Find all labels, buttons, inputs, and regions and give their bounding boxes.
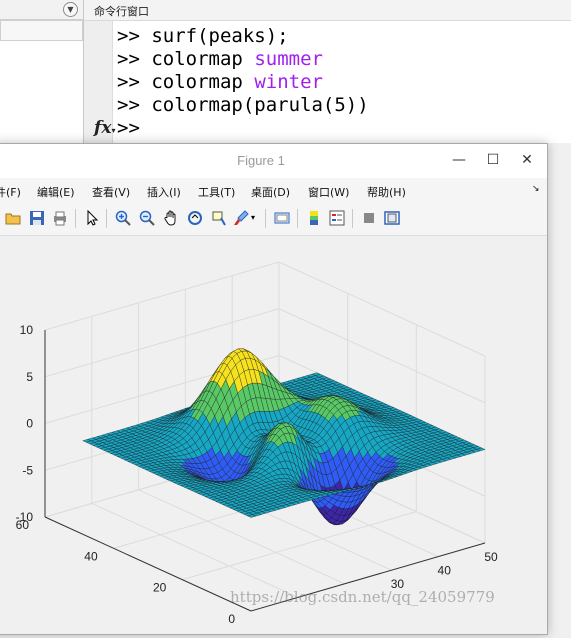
function-browser-icon[interactable]: fx▾ bbox=[94, 118, 115, 138]
y-axis-line bbox=[45, 517, 251, 611]
toolbar-separator bbox=[75, 209, 76, 228]
maximize-button[interactable]: ☐ bbox=[479, 150, 507, 170]
figure-toolbar: ▾ bbox=[0, 202, 547, 236]
close-button[interactable]: ✕ bbox=[513, 150, 541, 170]
menu-help[interactable]: 帮助(H) bbox=[367, 184, 406, 200]
watermark: https://blog.csdn.net/qq_24059779 bbox=[230, 588, 495, 606]
grid-line bbox=[279, 262, 485, 356]
z-tick-label: 5 bbox=[26, 370, 33, 384]
menu-tools[interactable]: 工具(T) bbox=[198, 184, 235, 200]
dock-arrow-icon[interactable]: ↘ bbox=[532, 184, 540, 194]
workspace-row[interactable] bbox=[0, 20, 83, 41]
command-line: >> colormap winter bbox=[117, 71, 369, 94]
show-plot-tools-icon[interactable] bbox=[384, 210, 400, 226]
z-tick-label: -5 bbox=[22, 463, 33, 477]
y-tick-label: 40 bbox=[84, 549, 98, 563]
figure-canvas[interactable]: -10-505100204060304050 bbox=[0, 236, 547, 634]
toolbar-separator bbox=[265, 209, 266, 228]
menu-file[interactable]: 件(F) bbox=[0, 184, 21, 200]
figure-titlebar[interactable]: Figure 1 — ☐ ✕ bbox=[0, 144, 547, 178]
command-window-titlebar: 命令行窗口 bbox=[84, 0, 571, 21]
command-window-title: 命令行窗口 bbox=[94, 3, 149, 19]
menu-bar: 件(F) 编辑(E) 查看(V) 插入(I) 工具(T) 桌面(D) 窗口(W)… bbox=[0, 178, 547, 202]
command-line: >> surf(peaks); bbox=[117, 25, 369, 48]
y-tick-label: 20 bbox=[153, 581, 167, 595]
x-tick-label: 40 bbox=[438, 564, 452, 578]
y-tick-label: 60 bbox=[16, 518, 30, 532]
grid-line bbox=[92, 503, 298, 597]
command-line: >> colormap(parula(5)) bbox=[117, 94, 369, 117]
menu-edit[interactable]: 编辑(E) bbox=[37, 184, 75, 200]
toolbar-separator bbox=[106, 209, 107, 228]
zoom-out-icon[interactable] bbox=[139, 210, 155, 226]
colorbar-icon[interactable] bbox=[306, 210, 322, 226]
surface-plot[interactable]: -10-505100204060304050 bbox=[0, 236, 547, 634]
command-input[interactable]: >> bbox=[117, 117, 369, 140]
grid-line bbox=[45, 262, 279, 330]
link-icon[interactable] bbox=[274, 210, 290, 226]
data-cursor-icon[interactable] bbox=[211, 210, 227, 226]
legend-icon[interactable] bbox=[329, 210, 345, 226]
zoom-in-icon[interactable] bbox=[115, 210, 131, 226]
command-history: >> surf(peaks); >> colormap summer >> co… bbox=[117, 25, 369, 140]
print-icon[interactable] bbox=[52, 210, 68, 226]
toolbar-separator bbox=[297, 209, 298, 228]
chevron-down-icon[interactable]: ▼ bbox=[63, 2, 78, 17]
brush-icon[interactable] bbox=[233, 210, 249, 226]
save-icon[interactable] bbox=[29, 210, 45, 226]
pointer-icon[interactable] bbox=[84, 210, 100, 226]
pan-icon[interactable] bbox=[163, 210, 179, 226]
workspace-header: ▼ bbox=[0, 0, 83, 20]
figure-window[interactable]: Figure 1 — ☐ ✕ 件(F) 编辑(E) 查看(V) 插入(I) 工具… bbox=[0, 143, 548, 635]
hide-plot-tools-icon[interactable] bbox=[361, 210, 377, 226]
open-icon[interactable] bbox=[5, 210, 21, 226]
menu-desktop[interactable]: 桌面(D) bbox=[251, 184, 290, 200]
menu-view[interactable]: 查看(V) bbox=[92, 184, 130, 200]
toolbar-separator bbox=[352, 209, 353, 228]
menu-insert[interactable]: 插入(I) bbox=[147, 184, 181, 200]
y-tick-label: 0 bbox=[228, 612, 235, 626]
menu-window[interactable]: 窗口(W) bbox=[308, 184, 349, 200]
command-window[interactable]: 命令行窗口 fx▾ >> surf(peaks); >> colormap su… bbox=[84, 0, 571, 143]
minimize-button[interactable]: — bbox=[445, 150, 473, 170]
grid-line bbox=[182, 512, 416, 580]
z-tick-label: 0 bbox=[26, 417, 33, 431]
x-tick-label: 50 bbox=[484, 550, 498, 564]
z-tick-label: 10 bbox=[20, 323, 34, 337]
rotate-icon[interactable] bbox=[187, 210, 203, 226]
workspace-panel: ▼ bbox=[0, 0, 84, 143]
command-line: >> colormap summer bbox=[117, 48, 369, 71]
